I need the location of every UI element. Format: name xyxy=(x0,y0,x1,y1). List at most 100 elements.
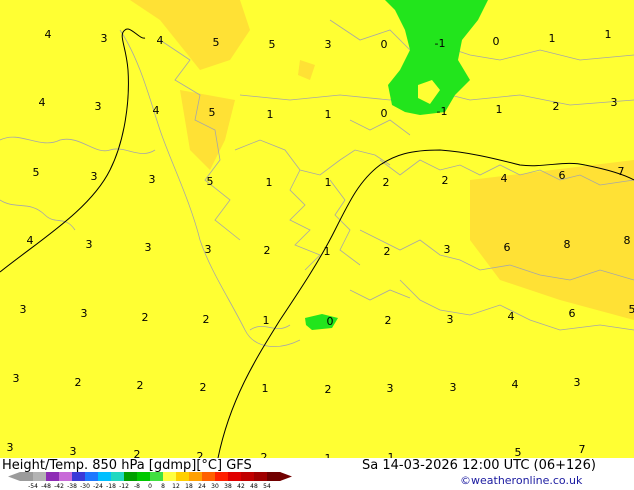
credit-link[interactable]: ©weatheronline.co.uk xyxy=(460,474,582,487)
colorbar-tick-label: -42 xyxy=(54,483,64,490)
temperature-label: 3 xyxy=(611,96,618,109)
temperature-label: 7 xyxy=(579,443,586,456)
temperature-label: 5 xyxy=(213,36,220,49)
temperature-label: 3 xyxy=(450,381,457,394)
temperature-label: 1 xyxy=(266,176,273,189)
colorbar-swatch xyxy=(59,472,73,481)
colorbar-swatch xyxy=(176,472,190,481)
temperature-label: 3 xyxy=(387,382,394,395)
colorbar-swatch xyxy=(46,472,60,481)
temperature-label: 4 xyxy=(39,96,46,109)
temperature-label: 4 xyxy=(27,234,34,247)
temperature-label: 4 xyxy=(501,172,508,185)
temperature-label: 2 xyxy=(385,314,392,327)
temperature-label: 2 xyxy=(137,379,144,392)
temperature-label: 5 xyxy=(209,106,216,119)
colorbar-tick-label: -38 xyxy=(67,483,77,490)
colorbar-tick-label: -54 xyxy=(28,483,38,490)
weather-map: 4 3 4 5 5 3 0 -1 0 1 1 4 3 4 5 1 1 0 -1 1 2 3 5 3 3 5 1 1 2 2 4 6 7 4 3 3 3 2… xyxy=(0,0,634,458)
temperature-label: 0 xyxy=(381,107,388,120)
temperature-label: 3 xyxy=(70,445,77,458)
temperature-label: 3 xyxy=(86,238,93,251)
temperature-label: 2 xyxy=(264,244,271,257)
temperature-label: 2 xyxy=(197,450,204,458)
colorbar-swatch xyxy=(189,472,203,481)
colorbar-swatch xyxy=(267,472,281,481)
colorbar-tick-label: -30 xyxy=(80,483,90,490)
colorbar-tick-label: -12 xyxy=(119,483,129,490)
colorbar-swatch xyxy=(202,472,216,481)
temperature-label: 3 xyxy=(149,173,156,186)
temperature-label: 3 xyxy=(13,372,20,385)
temperature-label: 8 xyxy=(624,234,631,247)
temperature-label: -1 xyxy=(437,105,448,118)
colorbar-tick-label: 0 xyxy=(148,483,152,490)
temperature-label: 5 xyxy=(629,303,634,316)
temperature-label: 2 xyxy=(142,311,149,324)
temperature-label: 3 xyxy=(145,241,152,254)
temperature-label: 6 xyxy=(569,307,576,320)
colorbar-tick-label: 42 xyxy=(237,483,245,490)
colorbar-left-arrow xyxy=(8,472,20,481)
temperature-label: 3 xyxy=(325,38,332,51)
colorbar-tick-label: 8 xyxy=(161,483,165,490)
temperature-label: 8 xyxy=(564,238,571,251)
temperature-label: 1 xyxy=(324,245,331,258)
temperature-label: 1 xyxy=(262,382,269,395)
forecast-datetime: Sa 14-03-2026 12:00 UTC (06+126) xyxy=(362,458,596,473)
temperature-label: 0 xyxy=(381,38,388,51)
temperature-label: 0 xyxy=(327,315,334,328)
temperature-label: 1 xyxy=(267,108,274,121)
colorbar-swatch xyxy=(124,472,138,481)
colorbar-swatch xyxy=(228,472,242,481)
temperature-label: 6 xyxy=(504,241,511,254)
colorbar-tick-label: 24 xyxy=(198,483,206,490)
colorbar-swatch xyxy=(241,472,255,481)
temperature-label: 4 xyxy=(512,378,519,391)
temperature-label: 1 xyxy=(388,451,395,458)
colorbar-swatch xyxy=(98,472,112,481)
colorbar-tick-label: 54 xyxy=(263,483,271,490)
colorbar-right-arrow xyxy=(280,472,292,481)
temperature-label: 3 xyxy=(447,313,454,326)
colorbar-legend: -54 -48 -42 -38 -30 -24 -18 -12 -8 0 8 12 18 24 30 38 42… xyxy=(8,472,292,490)
temperature-label: 3 xyxy=(574,376,581,389)
temperature-label: 1 xyxy=(496,103,503,116)
colorbar-swatch xyxy=(150,472,164,481)
temperature-label: 1 xyxy=(325,176,332,189)
temperature-label: 1 xyxy=(605,28,612,41)
temperature-label: 6 xyxy=(559,169,566,182)
colorbar-tick-label: 12 xyxy=(172,483,180,490)
temperature-label: 3 xyxy=(95,100,102,113)
colorbar-swatches xyxy=(8,472,292,481)
colorbar-tick-label: 18 xyxy=(185,483,193,490)
temperature-label: 1 xyxy=(263,314,270,327)
colorbar-swatch xyxy=(215,472,229,481)
temperature-label: 2 xyxy=(203,313,210,326)
colorbar-swatch xyxy=(254,472,268,481)
temperature-label: -1 xyxy=(435,37,446,50)
temperature-label: 7 xyxy=(618,165,625,178)
temperature-label: 2 xyxy=(134,448,141,458)
temperature-label: 3 xyxy=(20,303,27,316)
temperature-label: 4 xyxy=(153,104,160,117)
colorbar-ticks: -54 -48 -42 -38 -30 -24 -18 -12 -8 0 8 12 18 24 30 38 42… xyxy=(28,483,271,490)
colorbar-swatch xyxy=(111,472,125,481)
temperature-label: 2 xyxy=(384,245,391,258)
temperature-label: 4 xyxy=(508,310,515,323)
temperature-label: 3 xyxy=(7,441,14,454)
temperature-label: 2 xyxy=(75,376,82,389)
temperature-label: 3 xyxy=(444,243,451,256)
temperature-label: 3 xyxy=(205,243,212,256)
temperature-label: 2 xyxy=(553,100,560,113)
colorbar-swatch xyxy=(20,472,34,481)
temperature-label: 2 xyxy=(261,451,268,458)
colorbar-swatch xyxy=(33,472,47,481)
temperature-label: 2 xyxy=(442,174,449,187)
temperature-label: 2 xyxy=(383,176,390,189)
colorbar-tick-label: 48 xyxy=(250,483,258,490)
colorbar-swatch xyxy=(137,472,151,481)
colorbar-tick-label: 38 xyxy=(224,483,232,490)
colorbar-swatch xyxy=(72,472,86,481)
colorbar-swatch xyxy=(163,472,177,481)
